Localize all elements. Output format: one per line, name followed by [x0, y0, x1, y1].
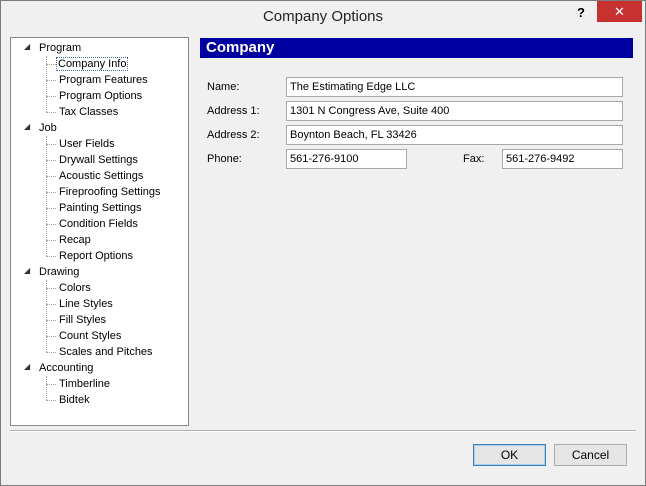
tree-item-report-options[interactable]: Report Options	[59, 248, 133, 264]
company-options-dialog: Company Options ? ✕ ◢ Program Company In…	[0, 0, 646, 486]
tree-item-label[interactable]: Drywall Settings	[59, 154, 138, 166]
tree-item-label[interactable]: Acoustic Settings	[59, 170, 143, 182]
tree-item-label[interactable]: Line Styles	[59, 298, 113, 310]
tree-item-label[interactable]: Program Features	[59, 74, 148, 86]
tree-item-fireproofing-settings[interactable]: Fireproofing Settings	[59, 184, 161, 200]
tree-group-drawing[interactable]: Drawing	[39, 264, 79, 280]
tree-group-job[interactable]: Job	[39, 120, 57, 136]
options-tree[interactable]: ◢ Program Company Info Program Features …	[10, 37, 189, 426]
tree-item-colors[interactable]: Colors	[59, 280, 91, 296]
tree-item-label[interactable]: Count Styles	[59, 330, 121, 342]
tree-item-label[interactable]: Tax Classes	[59, 106, 118, 118]
divider	[10, 430, 636, 432]
tree-item-company-info[interactable]: Company Info	[56, 56, 129, 72]
tree-item-user-fields[interactable]: User Fields	[59, 136, 115, 152]
tree-group-label[interactable]: Job	[39, 122, 57, 134]
tree-item-tax-classes[interactable]: Tax Classes	[59, 104, 118, 120]
address2-field[interactable]	[286, 125, 623, 145]
fax-label: Fax:	[463, 153, 485, 165]
tree-item-line-styles[interactable]: Line Styles	[59, 296, 113, 312]
window-title: Company Options	[262, 8, 384, 25]
tree-item-label[interactable]: Fireproofing Settings	[59, 186, 161, 198]
tree-group-label[interactable]: Drawing	[39, 266, 79, 278]
help-button[interactable]: ?	[569, 3, 593, 23]
title-bar: Company Options ? ✕	[1, 1, 645, 31]
tree-item-label[interactable]: User Fields	[59, 138, 115, 150]
close-icon[interactable]: ✕	[614, 4, 625, 19]
address1-field[interactable]	[286, 101, 623, 121]
tree-item-program-features[interactable]: Program Features	[59, 72, 148, 88]
tree-group-label[interactable]: Accounting	[39, 362, 93, 374]
tree-item-label[interactable]: Painting Settings	[59, 202, 142, 214]
tree-item-label[interactable]: Program Options	[59, 90, 142, 102]
tree-item-fill-styles[interactable]: Fill Styles	[59, 312, 106, 328]
phone-label: Phone:	[207, 153, 242, 165]
expand-triangle-icon[interactable]: ◢	[24, 266, 30, 275]
tree-item-label[interactable]: Company Info	[56, 57, 129, 71]
tree-item-bidtek[interactable]: Bidtek	[59, 392, 90, 408]
tree-item-label[interactable]: Bidtek	[59, 394, 90, 406]
tree-item-label[interactable]: Report Options	[59, 250, 133, 262]
tree-item-acoustic-settings[interactable]: Acoustic Settings	[59, 168, 143, 184]
fax-field[interactable]	[502, 149, 623, 169]
tree-item-label[interactable]: Condition Fields	[59, 218, 138, 230]
name-field[interactable]	[286, 77, 623, 97]
tree-item-label[interactable]: Fill Styles	[59, 314, 106, 326]
name-label: Name:	[207, 81, 240, 93]
tree-item-timberline[interactable]: Timberline	[59, 376, 110, 392]
panel-header: Company	[200, 38, 633, 58]
close-button[interactable]: ✕	[597, 1, 642, 22]
address1-label: Address 1:	[207, 105, 260, 117]
tree-item-scales-and-pitches[interactable]: Scales and Pitches	[59, 344, 153, 360]
tree-item-painting-settings[interactable]: Painting Settings	[59, 200, 142, 216]
tree-item-label[interactable]: Timberline	[59, 378, 110, 390]
tree-group-program[interactable]: Program	[39, 40, 81, 56]
tree-item-recap[interactable]: Recap	[59, 232, 91, 248]
tree-item-program-options[interactable]: Program Options	[59, 88, 142, 104]
tree-group-accounting[interactable]: Accounting	[39, 360, 93, 376]
tree-item-count-styles[interactable]: Count Styles	[59, 328, 121, 344]
cancel-button[interactable]: Cancel	[554, 444, 627, 466]
address2-label: Address 2:	[207, 129, 260, 141]
ok-button[interactable]: OK	[473, 444, 546, 466]
expand-triangle-icon[interactable]: ◢	[24, 42, 30, 51]
expand-triangle-icon[interactable]: ◢	[24, 362, 30, 371]
phone-field[interactable]	[286, 149, 407, 169]
tree-item-label[interactable]: Colors	[59, 282, 91, 294]
tree-item-drywall-settings[interactable]: Drywall Settings	[59, 152, 138, 168]
tree-item-label[interactable]: Scales and Pitches	[59, 346, 153, 358]
tree-group-label[interactable]: Program	[39, 42, 81, 54]
expand-triangle-icon[interactable]: ◢	[24, 122, 30, 131]
tree-item-label[interactable]: Recap	[59, 234, 91, 246]
tree-item-condition-fields[interactable]: Condition Fields	[59, 216, 138, 232]
